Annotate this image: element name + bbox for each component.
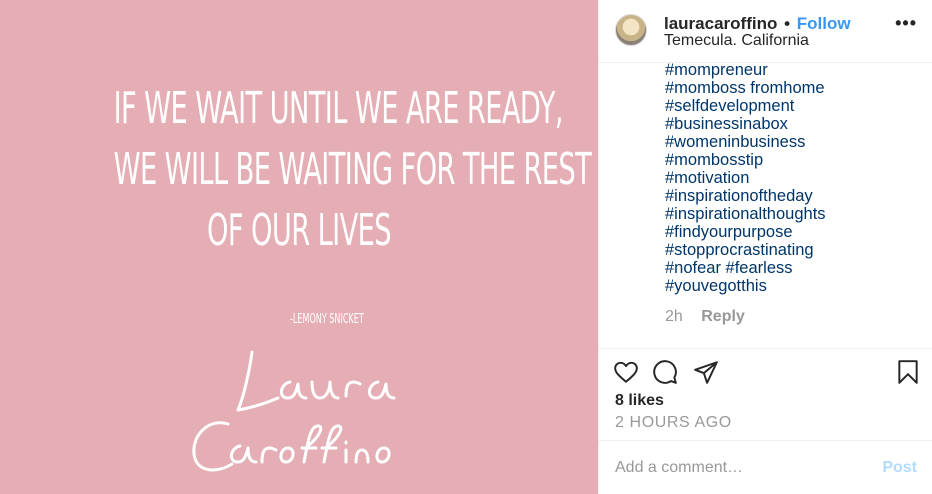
post-image[interactable]: IF WE WAIT UNTIL WE ARE READY, WE WILL B… xyxy=(0,0,598,494)
hashtag-link[interactable]: #womeninbusiness xyxy=(665,133,826,151)
post-header: lauracaroffino • Follow Temecula. Califo… xyxy=(599,0,932,63)
share-icon[interactable] xyxy=(693,359,719,385)
quote-text: IF WE WAIT UNTIL WE ARE READY, WE WILL B… xyxy=(0,78,598,261)
signature-logo xyxy=(192,350,396,472)
quote-line: WE WILL BE WAITING FOR THE REST xyxy=(113,144,592,195)
hashtag-link[interactable]: #motivation xyxy=(665,169,826,187)
avatar[interactable] xyxy=(615,14,647,46)
quote-author: -LEMONY SNICKET xyxy=(290,312,364,327)
username-line: lauracaroffino • Follow xyxy=(664,14,851,34)
hashtag-link[interactable]: #mombosstip xyxy=(665,151,826,169)
hashtag-link[interactable]: #momboss fromhome xyxy=(665,79,826,97)
caption-time[interactable]: 2h xyxy=(665,308,683,325)
quote-line: IF WE WAIT UNTIL WE ARE READY, xyxy=(113,83,564,134)
caption-meta: 2h Reply xyxy=(665,308,745,326)
separator-dot: • xyxy=(784,14,791,33)
comment-input[interactable] xyxy=(615,456,855,480)
likes-count[interactable]: 8 likes xyxy=(615,392,664,410)
post-timestamp[interactable]: 2 HOURS AGO xyxy=(615,414,732,432)
hashtag-link[interactable]: #mompreneur xyxy=(665,63,826,79)
comment-icon[interactable] xyxy=(652,359,678,385)
hashtag-link[interactable]: #businessinabox xyxy=(665,115,826,133)
action-bar: 8 likes 2 HOURS AGO xyxy=(599,349,932,441)
more-options-icon[interactable]: ••• xyxy=(895,13,917,34)
post-panel: lauracaroffino • Follow Temecula. Califo… xyxy=(598,0,932,494)
username-link[interactable]: lauracaroffino xyxy=(664,14,777,33)
quote-line: OF OUR LIVES xyxy=(207,205,392,256)
bookmark-icon[interactable] xyxy=(895,359,921,385)
hashtag-link[interactable]: #stopprocrastinating xyxy=(665,241,826,259)
hashtag-link[interactable]: #inspirationalthoughts xyxy=(665,205,826,223)
caption-area: #mompreneur #momboss fromhome #selfdevel… xyxy=(599,63,932,349)
hashtag-link[interactable]: #nofear #fearless xyxy=(665,259,826,277)
hashtag-link[interactable]: #inspirationoftheday xyxy=(665,187,826,205)
heart-icon[interactable] xyxy=(613,359,639,385)
hashtag-link[interactable]: #findyourpurpose xyxy=(665,223,826,241)
reply-button[interactable]: Reply xyxy=(701,308,745,325)
comment-form: Post xyxy=(599,441,932,494)
hashtag-list: #mompreneur #momboss fromhome #selfdevel… xyxy=(665,63,826,295)
location-link[interactable]: Temecula. California xyxy=(664,32,809,50)
hashtag-link[interactable]: #selfdevelopment xyxy=(665,97,826,115)
follow-button[interactable]: Follow xyxy=(797,14,851,33)
hashtag-link[interactable]: #youvegotthis xyxy=(665,277,826,295)
post-button[interactable]: Post xyxy=(882,459,917,477)
